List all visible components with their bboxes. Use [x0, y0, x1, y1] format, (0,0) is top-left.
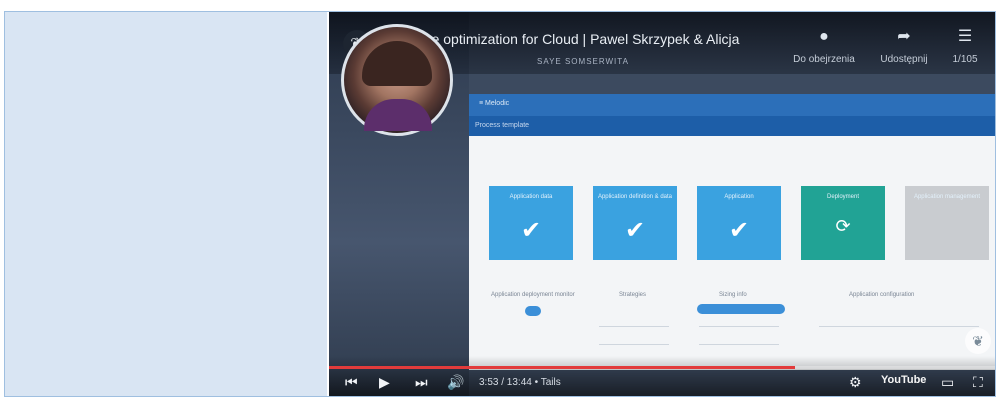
table-divider — [699, 326, 779, 327]
sync-icon: ⟳ — [835, 216, 851, 236]
column-header: Application deployment monitor — [491, 292, 575, 298]
status-tile: Application definition & data ✔ — [593, 186, 677, 260]
selected-row-pill — [697, 304, 785, 314]
status-tile: Application data ✔ — [489, 186, 573, 260]
table-divider — [819, 326, 979, 327]
video-screen-capture: ≡ Melodic Process template Application d… — [469, 94, 995, 370]
share-button[interactable]: ➦ Udostępnij — [869, 28, 939, 65]
check-icon: ✔ — [520, 217, 542, 244]
time-display: 3:53 / 13:44 • Tails — [479, 377, 561, 388]
next-icon[interactable]: ⏭ — [415, 372, 428, 392]
column-header: Sizing info — [719, 292, 747, 298]
watch-later-label: Do obejrzenia — [793, 54, 855, 65]
check-icon: ✔ — [728, 217, 750, 244]
playlist-icon: ☰ — [957, 28, 973, 45]
progress-bar[interactable] — [329, 366, 995, 369]
tile-label: Deployment — [826, 194, 859, 200]
status-tile: Application management — [905, 186, 989, 260]
playlist-label: 1/105 — [952, 54, 978, 65]
column-header: Strategies — [619, 292, 647, 298]
status-tile: Deployment ⟳ — [801, 186, 885, 260]
share-icon: ➦ — [897, 28, 911, 45]
leaf-icon: ❦ — [965, 328, 991, 354]
app-subheader-text: Process template — [475, 122, 530, 129]
progress-fill — [329, 366, 796, 369]
gear-icon[interactable]: ⚙ — [849, 372, 862, 392]
clock-icon: ● — [819, 28, 829, 45]
cast-icon[interactable]: ▭ — [941, 372, 954, 392]
tile-label: Application — [724, 194, 754, 200]
check-icon: ✔ — [624, 217, 646, 244]
watch-later-button[interactable]: ● Do obejrzenia — [789, 28, 859, 65]
status-tile: Application ✔ — [697, 186, 781, 260]
column-header: Application configuration — [849, 292, 915, 298]
presenter-avatar — [341, 24, 453, 136]
presenter-shirt — [364, 99, 432, 131]
tile-label: Application data — [509, 194, 553, 200]
table-divider — [599, 326, 669, 327]
tile-label: Application definition & data — [597, 194, 673, 200]
app-subheader: Process template — [469, 116, 995, 136]
presenter-hair — [362, 41, 432, 86]
left-panel — [5, 12, 327, 396]
video-subtitle: SAYE SOMSERWITA — [537, 57, 629, 66]
app-header: ≡ Melodic — [469, 94, 995, 116]
playlist-button[interactable]: ☰ 1/105 — [935, 28, 995, 65]
previous-icon[interactable]: ⏮ — [345, 372, 358, 392]
share-label: Udostępnij — [880, 54, 928, 65]
play-icon[interactable]: ▶ — [379, 372, 390, 392]
fullscreen-icon[interactable]: ⛶ — [973, 372, 983, 392]
table-divider — [699, 344, 779, 345]
tile-label: Application management — [913, 194, 981, 200]
table-divider — [599, 344, 669, 345]
app-header-text: ≡ Melodic — [479, 100, 510, 107]
status-pill — [525, 306, 541, 316]
video-player[interactable]: ≡ Melodic Process template Application d… — [329, 12, 995, 396]
volume-icon[interactable]: 🔊 — [447, 372, 464, 392]
youtube-logo[interactable]: YouTube — [881, 374, 926, 386]
